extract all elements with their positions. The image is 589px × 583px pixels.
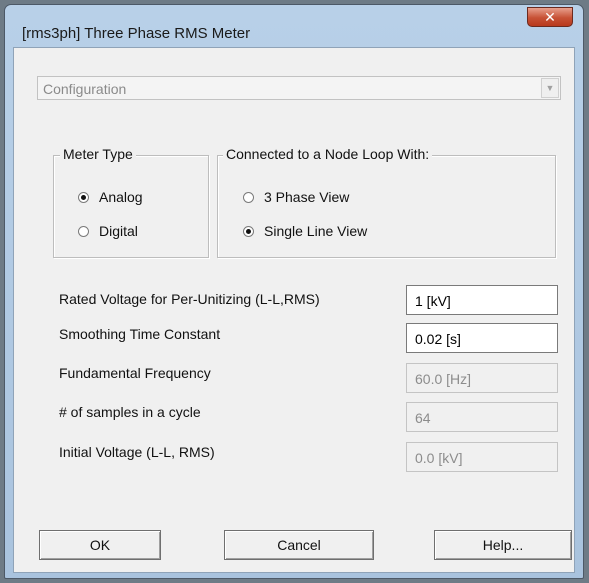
cancel-button[interactable]: Cancel	[224, 530, 374, 560]
radio-3-phase-view-indicator[interactable]	[243, 191, 254, 203]
samples-per-cycle-label: # of samples in a cycle	[59, 404, 201, 420]
radio-3-phase-view-label: 3 Phase View	[264, 189, 350, 205]
close-button[interactable]: ✕	[527, 7, 573, 27]
help-button[interactable]: Help...	[434, 530, 572, 560]
initial-voltage-label: Initial Voltage (L-L, RMS)	[59, 444, 215, 460]
dialog-window: [rms3ph] Three Phase RMS Meter ✕ Configu…	[4, 4, 584, 579]
node-loop-group: Connected to a Node Loop With: 3 Phase V…	[217, 146, 556, 258]
radio-single-line-view[interactable]: Single Line View	[243, 223, 367, 239]
radio-digital-label: Digital	[99, 223, 138, 239]
radio-3-phase-view[interactable]: 3 Phase View	[243, 189, 349, 205]
meter-type-group: Meter Type Analog Digital	[53, 146, 209, 258]
smoothing-time-input[interactable]: 0.02 [s]	[406, 323, 558, 353]
rated-voltage-input[interactable]: 1 [kV]	[406, 285, 558, 315]
title-bar[interactable]: [rms3ph] Three Phase RMS Meter ✕	[5, 5, 583, 47]
rated-voltage-label: Rated Voltage for Per-Unitizing (L-L,RMS…	[59, 291, 320, 307]
fundamental-frequency-label: Fundamental Frequency	[59, 365, 211, 381]
ok-button[interactable]: OK	[39, 530, 161, 560]
chevron-down-icon[interactable]: ▼	[541, 78, 559, 98]
radio-single-line-view-label: Single Line View	[264, 223, 368, 239]
meter-type-legend: Meter Type	[60, 146, 136, 162]
fundamental-frequency-field: 60.0 [Hz]	[406, 363, 558, 393]
section-dropdown-value: Configuration	[43, 81, 127, 97]
smoothing-time-label: Smoothing Time Constant	[59, 326, 221, 342]
radio-single-line-view-indicator[interactable]	[243, 225, 254, 237]
node-loop-legend: Connected to a Node Loop With:	[223, 146, 433, 162]
radio-digital[interactable]: Digital	[78, 223, 138, 239]
radio-digital-indicator[interactable]	[78, 225, 89, 237]
close-icon: ✕	[544, 8, 556, 25]
samples-per-cycle-field: 64	[406, 402, 558, 432]
section-dropdown[interactable]: Configuration ▼	[37, 76, 561, 100]
window-title: [rms3ph] Three Phase RMS Meter	[22, 25, 251, 42]
dialog-body: Configuration ▼ Meter Type Analog Digita…	[13, 47, 575, 573]
radio-analog[interactable]: Analog	[78, 189, 143, 205]
initial-voltage-field: 0.0 [kV]	[406, 442, 558, 472]
radio-analog-indicator[interactable]	[78, 191, 89, 203]
radio-analog-label: Analog	[99, 189, 143, 205]
